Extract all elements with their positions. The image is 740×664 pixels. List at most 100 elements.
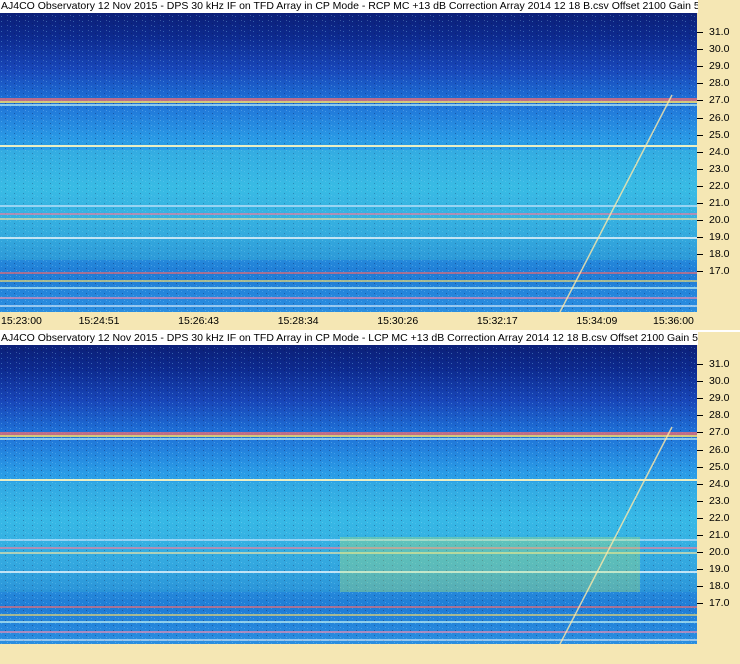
time-tick-label: 15:23:00	[1, 315, 42, 327]
interference-line	[0, 631, 697, 633]
rcp-spectrogram	[0, 0, 697, 312]
interference-line	[0, 438, 697, 440]
frequency-tick	[697, 381, 703, 383]
frequency-tick-label: 26.0	[709, 443, 730, 456]
frequency-tick	[697, 134, 703, 136]
frequency-tick-label: 17.0	[709, 265, 730, 278]
frequency-tick-label: 29.0	[709, 392, 730, 405]
time-tick-label: 15:28:34	[277, 315, 319, 327]
frequency-tick	[697, 364, 703, 365]
interference-line	[0, 101, 697, 103]
frequency-tick-label: 22.0	[709, 179, 730, 192]
frequency-tick	[697, 83, 703, 85]
frequency-tick	[697, 254, 703, 256]
time-tick-label: 15:26:43	[178, 315, 220, 327]
frequency-tick-label: 25.0	[709, 128, 730, 141]
interference-line	[0, 205, 697, 207]
lcp-frequency-axis: 31.0 30.0 29.0 28.0 27.0 26.0 25.0 24.0 23.0 22.0…	[697, 332, 740, 664]
interference-line	[0, 621, 697, 623]
interference-line	[0, 218, 697, 220]
frequency-tick	[697, 100, 703, 102]
frequency-tick	[697, 398, 703, 400]
frequency-tick	[697, 32, 703, 33]
frequency-tick-label: 26.0	[709, 111, 730, 124]
frequency-tick-label: 31.0	[709, 358, 730, 370]
frequency-tick	[697, 117, 703, 119]
lcp-spectrogram	[0, 332, 697, 644]
frequency-tick	[697, 220, 703, 222]
frequency-tick	[697, 432, 703, 434]
frequency-tick-label: 27.0	[709, 426, 730, 439]
frequency-tick	[697, 569, 703, 571]
time-axis: 15:23:00 15:24:51 15:26:43 15:28:34 15:30:26…	[0, 312, 740, 330]
frequency-tick-label: 30.0	[709, 43, 730, 56]
time-tick-label: 15:36:00	[653, 315, 694, 327]
frequency-tick-label: 17.0	[709, 597, 730, 610]
frequency-tick	[697, 586, 703, 588]
bottom-strip	[0, 644, 740, 664]
interference-line	[0, 432, 697, 435]
interference-line	[0, 614, 697, 616]
frequency-tick-label: 21.0	[709, 529, 730, 541]
interference-line	[0, 145, 697, 147]
frequency-tick	[697, 66, 703, 68]
interference-line	[0, 305, 697, 307]
lcp-panel-title: AJ4CO Observatory 12 Nov 2015 - DPS 30 k…	[0, 332, 698, 345]
frequency-tick-label: 20.0	[709, 546, 730, 559]
time-tick-label: 15:34:09	[576, 315, 618, 327]
lcp-spectrogram-panel: AJ4CO Observatory 12 Nov 2015 - DPS 30 k…	[0, 332, 740, 664]
frequency-tick	[697, 237, 703, 239]
frequency-tick-label: 19.0	[709, 563, 730, 576]
frequency-tick-label: 31.0	[709, 26, 730, 38]
frequency-tick	[697, 415, 703, 417]
frequency-tick-label: 30.0	[709, 375, 730, 388]
rcp-panel-title: AJ4CO Observatory 12 Nov 2015 - DPS 30 k…	[0, 0, 698, 13]
interference-line	[0, 280, 697, 282]
rcp-frequency-axis: 31.0 30.0 29.0 28.0 27.0 26.0 25.0 24.0 23.0 22.0…	[697, 0, 740, 330]
frequency-tick	[697, 500, 703, 502]
frequency-tick	[697, 271, 703, 273]
frequency-tick	[697, 535, 703, 536]
interference-line	[0, 104, 697, 106]
interference-line	[0, 272, 697, 274]
time-tick-label: 15:30:26	[377, 315, 419, 327]
frequency-tick	[697, 151, 703, 153]
interference-line	[0, 639, 697, 641]
rcp-spectrogram-panel: AJ4CO Observatory 12 Nov 2015 - DPS 30 k…	[0, 0, 740, 330]
frequency-tick	[697, 552, 703, 554]
frequency-tick-label: 24.0	[709, 145, 730, 158]
frequency-tick	[697, 168, 703, 170]
interference-line	[0, 287, 697, 289]
frequency-tick	[697, 49, 703, 51]
frequency-tick-label: 23.0	[709, 162, 730, 175]
frequency-tick	[697, 517, 703, 519]
interference-line	[0, 98, 697, 101]
interference-line	[0, 237, 697, 239]
frequency-tick-label: 28.0	[709, 77, 730, 90]
time-tick-label: 15:24:51	[78, 315, 120, 327]
frequency-tick-label: 22.0	[709, 511, 730, 524]
frequency-tick	[697, 483, 703, 485]
frequency-tick-label: 25.0	[709, 460, 730, 473]
interference-line	[0, 213, 697, 215]
interference-line	[0, 479, 697, 481]
frequency-tick	[697, 603, 703, 605]
frequency-tick-label: 18.0	[709, 580, 730, 593]
frequency-tick-label: 20.0	[709, 214, 730, 227]
frequency-tick	[697, 203, 703, 204]
frequency-tick	[697, 466, 703, 468]
frequency-tick-label: 18.0	[709, 248, 730, 261]
frequency-tick-label: 27.0	[709, 94, 730, 107]
time-tick-label: 15:32:17	[476, 315, 518, 327]
frequency-tick	[697, 449, 703, 451]
interference-line	[0, 435, 697, 437]
frequency-tick-label: 24.0	[709, 477, 730, 490]
frequency-tick-label: 21.0	[709, 197, 730, 209]
frequency-tick-label: 19.0	[709, 231, 730, 244]
frequency-tick-label: 28.0	[709, 409, 730, 422]
interference-line	[0, 606, 697, 608]
frequency-tick-label: 29.0	[709, 60, 730, 73]
radio-burst	[340, 537, 640, 592]
frequency-tick-label: 23.0	[709, 494, 730, 507]
frequency-tick	[697, 185, 703, 187]
